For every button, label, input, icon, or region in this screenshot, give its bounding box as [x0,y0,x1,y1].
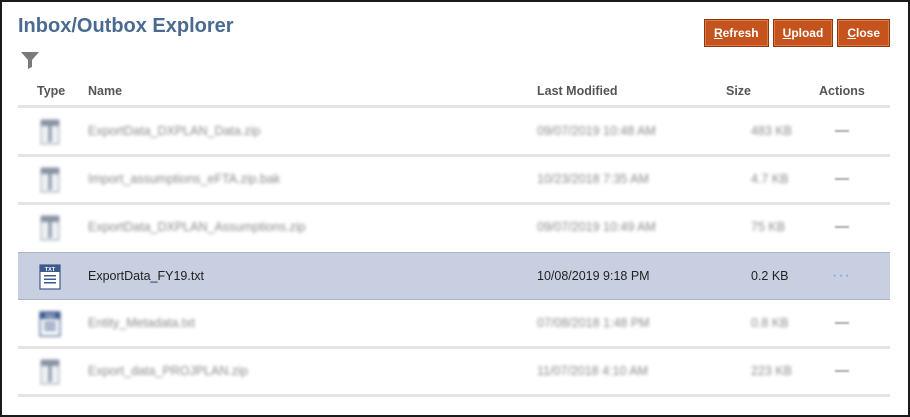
file-size: 223 KB [751,364,793,378]
table-row[interactable]: ExportData_DXPLAN_Data.zip 09/07/2019 10:… [18,108,890,154]
file-size: 75 KB [751,220,786,234]
svg-text:TXT: TXT [45,267,56,273]
file-size: 0.8 KB [751,316,789,330]
actions-placeholder-icon [835,226,849,228]
explorer-dialog: Inbox/Outbox Explorer Refresh Upload Clo… [0,0,910,417]
txt-file-icon: TXT [39,311,61,337]
col-last-modified[interactable]: Last Modified [537,84,618,98]
file-modified: 10/23/2018 7:35 AM [537,172,649,186]
close-button[interactable]: Close [837,19,890,47]
row-actions-menu[interactable] [835,204,849,250]
row-actions-menu[interactable] [835,300,849,346]
refresh-accel: R [713,26,723,40]
refresh-label: efresh [722,26,759,40]
txt-file-icon: TXT [39,264,61,290]
upload-label: pload [791,26,824,40]
row-actions-menu[interactable] [835,108,849,154]
table-row[interactable]: TXT ExportData_FY19.txt 10/08/2019 9:18 PM… [18,252,890,300]
zip-icon [39,359,60,385]
svg-text:TXT: TXT [45,314,56,320]
file-modified: 07/08/2018 1:48 PM [537,316,650,330]
actions-placeholder-icon [835,130,849,132]
table-row[interactable]: Export_data_PROJPLAN.zip 11/07/2018 4:10 … [18,348,890,394]
col-type[interactable]: Type [37,84,65,98]
upload-accel: U [782,26,792,40]
file-modified: 11/07/2018 4:10 AM [537,364,648,378]
zip-icon [39,119,60,145]
actions-placeholder-icon [835,370,849,372]
file-name[interactable]: Import_assumptions_eFTA.zip.bak [88,156,280,202]
table-row[interactable]: Import_assumptions_eFTA.zip.bak 10/23/201… [18,156,890,202]
col-actions: Actions [819,84,865,98]
file-modified: 10/08/2019 9:18 PM [537,269,650,283]
row-actions-menu[interactable] [835,348,849,394]
file-modified: 09/07/2019 10:48 AM [537,124,656,138]
zip-icon [39,215,60,241]
file-name[interactable]: Export_data_PROJPLAN.zip [88,348,248,394]
table-header: Type Name Last Modified Size Actions [18,84,890,106]
row-divider [18,394,890,397]
refresh-button[interactable]: Refresh [703,19,769,47]
row-actions-menu[interactable]: ··· [832,253,851,299]
actions-placeholder-icon [835,322,849,324]
col-name[interactable]: Name [88,84,122,98]
table-row[interactable]: TXT Entity_Metadata.txt 07/08/2018 1:48 PM… [18,300,890,346]
upload-button[interactable]: Upload [772,19,834,47]
file-size: 0.2 KB [751,269,789,283]
table-row[interactable]: ExportData_DXPLAN_Assumptions.zip 09/07/2… [18,204,890,250]
file-name[interactable]: ExportData_DXPLAN_Assumptions.zip [88,204,305,250]
file-name[interactable]: ExportData_DXPLAN_Data.zip [88,108,260,154]
close-accel: C [847,26,856,40]
zip-icon [39,167,60,193]
toolbar: Refresh Upload Close [703,19,890,47]
file-size: 483 KB [751,124,793,138]
col-size[interactable]: Size [726,84,751,98]
dialog-title: Inbox/Outbox Explorer [18,15,234,37]
actions-placeholder-icon [835,178,849,180]
file-name[interactable]: Entity_Metadata.txt [88,300,195,346]
file-size: 4.7 KB [751,172,789,186]
file-name[interactable]: ExportData_FY19.txt [88,253,204,299]
close-label: lose [855,26,880,40]
row-actions-menu[interactable] [835,156,849,202]
filter-icon[interactable] [20,51,40,74]
file-modified: 09/07/2019 10:49 AM [537,220,656,234]
